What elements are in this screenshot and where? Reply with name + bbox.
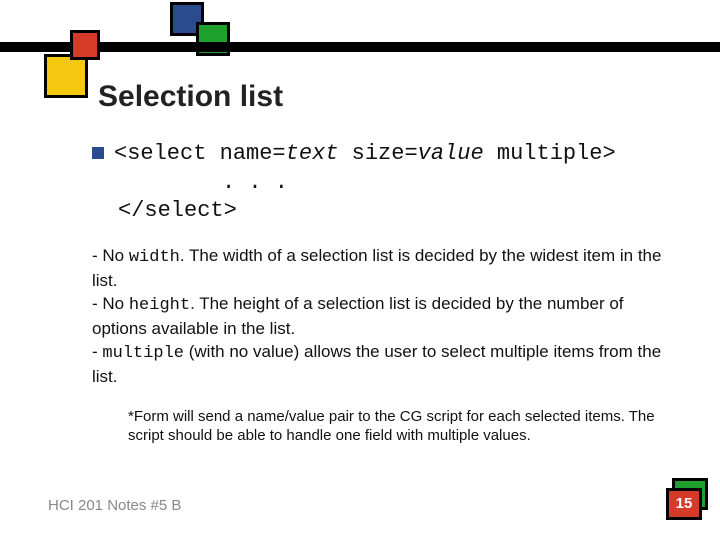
deco-left-red — [70, 30, 100, 60]
body-text: - No width. The width of a selection lis… — [92, 245, 672, 389]
deco-horizontal-bar — [0, 42, 720, 52]
footer-text: HCI 201 Notes #5 B — [48, 497, 181, 514]
bullet-icon — [92, 147, 104, 159]
page-number: 15 — [666, 488, 702, 520]
footnote: *Form will send a name/value pair to the… — [128, 408, 688, 446]
slide-title: Selection list — [98, 80, 283, 114]
code-example: <select name=text size=value multiple> .… — [92, 140, 616, 226]
deco-left-yellow — [44, 54, 88, 98]
